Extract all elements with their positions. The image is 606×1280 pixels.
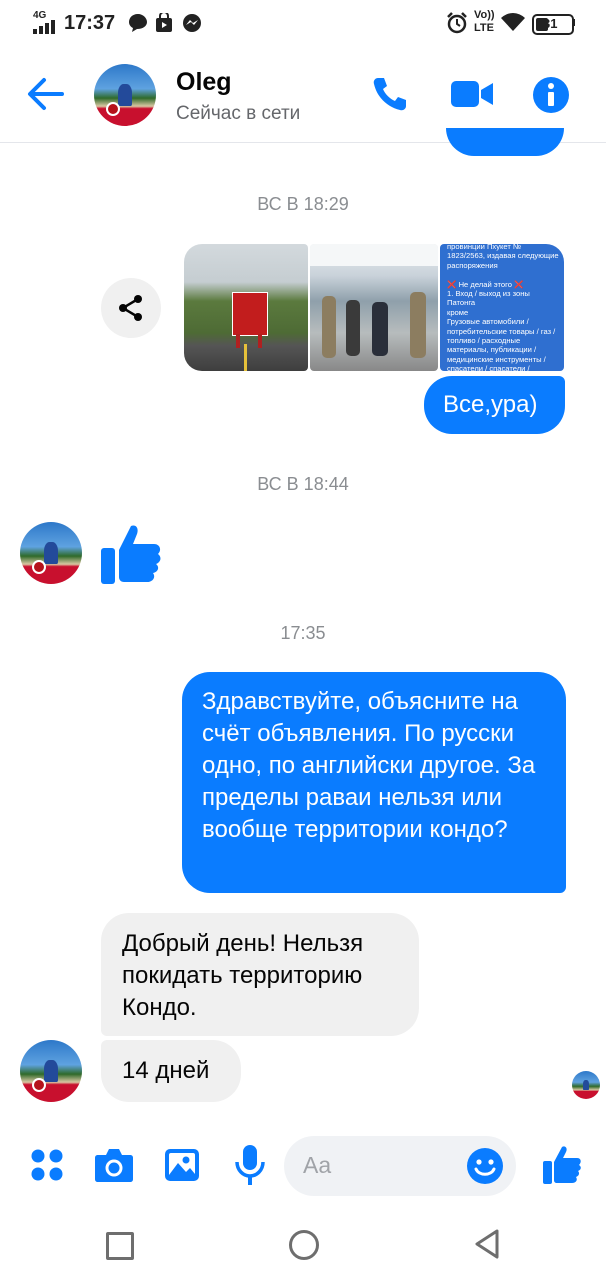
previous-message-bubble[interactable] [446, 128, 564, 156]
recent-apps-button[interactable] [106, 1232, 134, 1260]
message-text: 14 дней [122, 1057, 210, 1084]
photo-officers[interactable] [310, 244, 438, 371]
message-text: Все,ура) [443, 391, 538, 418]
like-button-icon[interactable] [542, 1144, 582, 1184]
presence-status: Сейчас в сети [176, 103, 301, 124]
gallery-icon[interactable] [164, 1148, 200, 1182]
message-text: Добрый день! Нельзя покидать территорию … [122, 930, 364, 1021]
message-bubble-outgoing[interactable]: Все,ура) [424, 376, 565, 434]
back-arrow-icon[interactable] [26, 74, 66, 114]
battery-icon: 31 [532, 14, 574, 35]
contact-avatar-small[interactable] [20, 1040, 82, 1102]
microphone-icon[interactable] [234, 1144, 266, 1186]
phone-call-icon[interactable] [370, 74, 410, 114]
battery-level: 31 [543, 16, 558, 31]
camera-icon[interactable] [94, 1146, 134, 1184]
wifi-icon [501, 13, 525, 31]
message-input[interactable]: Aa [284, 1136, 516, 1196]
signal-icon [33, 20, 55, 34]
timestamp: ВС В 18:44 [257, 474, 349, 494]
message-composer: Aa [0, 1124, 606, 1208]
alarm-icon [447, 12, 467, 34]
lte-label: LTE [474, 22, 494, 34]
share-icon [119, 295, 142, 321]
contact-avatar[interactable] [94, 64, 156, 126]
video-call-icon[interactable] [450, 78, 494, 110]
thumbs-up-icon[interactable] [100, 522, 162, 584]
share-button[interactable] [101, 278, 161, 338]
home-button[interactable] [289, 1230, 319, 1260]
more-actions-icon[interactable] [30, 1148, 64, 1182]
announcement-text: провинции Пхукет № 1823/2563, издавая сл… [447, 244, 559, 371]
volte-label: Vo)) [474, 9, 495, 21]
message-bubble-outgoing[interactable]: Здравствуйте, объясните на счёт объявлен… [182, 672, 566, 893]
status-bar: 4G 17:37 Vo)) LTE 31 [0, 0, 606, 46]
message-text: Здравствуйте, объясните на счёт объявлен… [202, 688, 536, 843]
message-bubble-incoming[interactable]: 14 дней [101, 1040, 241, 1102]
back-button[interactable] [473, 1228, 501, 1260]
timestamp: 17:35 [280, 623, 326, 643]
seen-receipt-avatar [572, 1071, 600, 1099]
photo-checkpoint-sign[interactable] [184, 244, 308, 371]
message-input-placeholder: Aa [303, 1152, 332, 1178]
system-navigation-bar [0, 1208, 606, 1280]
store-notification-icon [156, 13, 172, 32]
contact-name[interactable]: Oleg [176, 68, 232, 97]
chat-notification-icon [129, 14, 147, 32]
messenger-notification-icon [183, 14, 201, 32]
status-time: 17:37 [64, 12, 116, 34]
photo-announcement-text[interactable]: провинции Пхукет № 1823/2563, издавая сл… [440, 244, 564, 371]
contact-avatar-small[interactable] [20, 522, 82, 584]
info-icon[interactable] [532, 76, 570, 114]
message-bubble-incoming[interactable]: Добрый день! Нельзя покидать территорию … [101, 913, 419, 1036]
emoji-icon[interactable] [466, 1147, 504, 1185]
timestamp: ВС В 18:29 [257, 194, 349, 214]
